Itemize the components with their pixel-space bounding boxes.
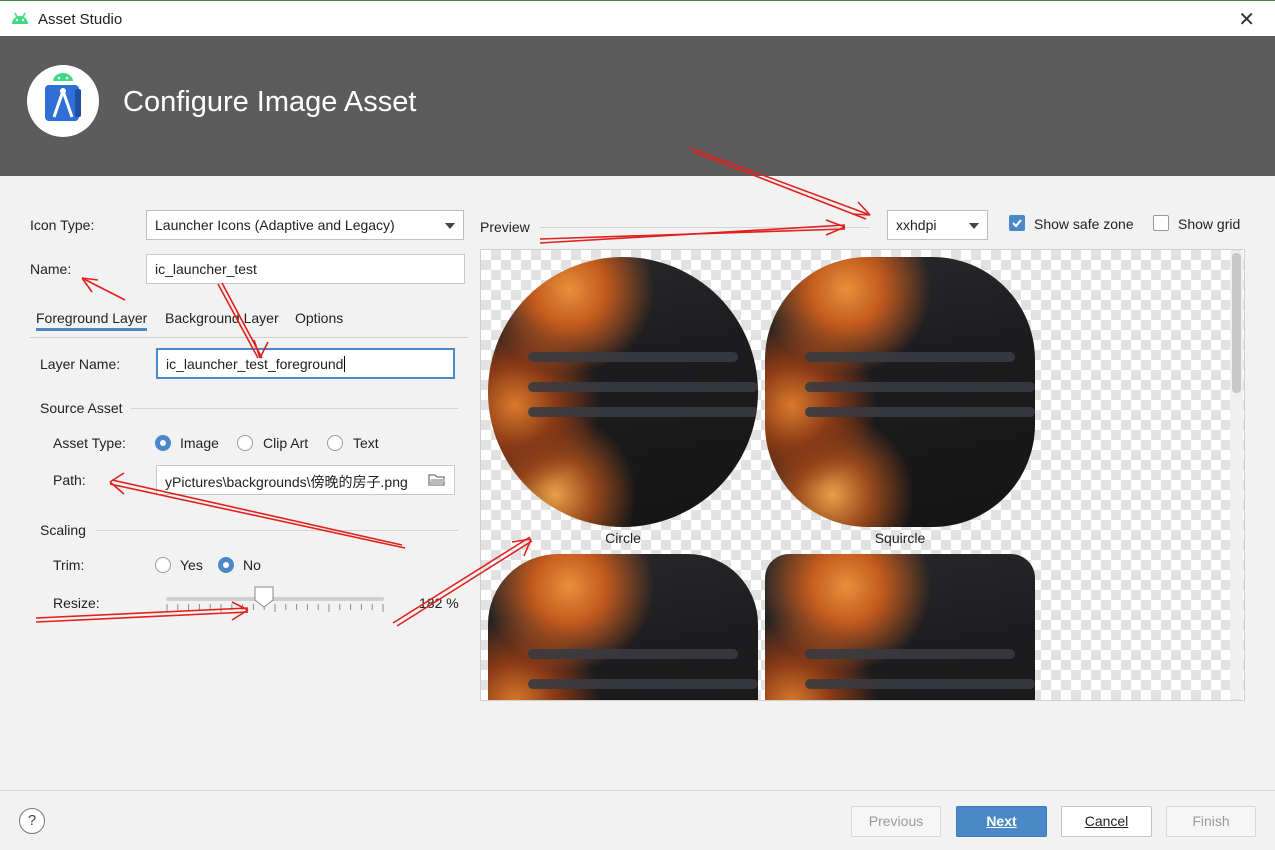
show-safe-zone-label: Show safe zone: [1034, 216, 1134, 232]
resize-value: 182 %: [419, 595, 459, 611]
asset-type-clipart-radio[interactable]: [237, 435, 253, 451]
tab-foreground-layer[interactable]: Foreground Layer: [36, 308, 148, 331]
finish-button[interactable]: Finish: [1166, 806, 1256, 837]
page-title: Configure Image Asset: [123, 86, 417, 118]
asset-type-image-radio[interactable]: [155, 435, 171, 451]
path-input[interactable]: yPictures\backgrounds\傍晚的房子.png: [156, 465, 455, 495]
android-studio-logo: [27, 65, 99, 137]
show-grid-checkbox[interactable]: [1153, 215, 1169, 231]
tab-divider: [30, 337, 468, 338]
arrow-annotation: [81, 277, 126, 301]
squircle-icon-preview: [765, 257, 1035, 527]
asset-type-image-label: Image: [180, 435, 219, 451]
resize-label: Resize:: [53, 595, 100, 611]
preview-label: Preview: [480, 219, 530, 235]
show-grid-label: Show grid: [1178, 216, 1241, 232]
path-value: yPictures\backgrounds\傍晚的房子.png: [165, 474, 408, 490]
preview-divider: [540, 227, 870, 228]
preview-scrollbar[interactable]: [1230, 251, 1243, 699]
header-banner: Configure Image Asset: [0, 36, 1275, 176]
square-icon-preview: [765, 554, 1035, 700]
icon-type-value: Launcher Icons (Adaptive and Legacy): [155, 217, 395, 233]
density-dropdown[interactable]: xxhdpi: [887, 210, 988, 240]
tab-background-layer[interactable]: Background Layer: [165, 308, 279, 328]
cancel-button[interactable]: Cancel: [1061, 806, 1152, 837]
text-cursor: [344, 356, 346, 372]
preview-canvas: Circle Squircle: [480, 249, 1245, 701]
name-label: Name:: [30, 261, 72, 277]
squircle-caption: Squircle: [874, 530, 926, 546]
name-input[interactable]: ic_launcher_test: [146, 254, 465, 284]
asset-type-label: Asset Type:: [53, 435, 126, 451]
layer-name-input[interactable]: ic_launcher_test_foreground: [156, 348, 455, 379]
chevron-down-icon: [969, 223, 979, 229]
next-button[interactable]: Next: [956, 806, 1047, 837]
trim-yes-radio[interactable]: [155, 557, 171, 573]
trim-label: Trim:: [53, 557, 85, 573]
trim-no-label: No: [243, 557, 261, 573]
scaling-title: Scaling: [40, 522, 86, 538]
chevron-down-icon: [445, 223, 455, 229]
layer-name-value: ic_launcher_test_foreground: [166, 356, 344, 372]
resize-slider-ticks: [166, 604, 384, 612]
tab-options[interactable]: Options: [295, 308, 343, 328]
layer-name-label: Layer Name:: [40, 356, 121, 372]
asset-type-text-radio[interactable]: [327, 435, 343, 451]
show-safe-zone-checkbox[interactable]: [1009, 215, 1025, 231]
android-studio-icon: [45, 73, 81, 121]
android-icon: [12, 12, 28, 24]
footer-divider: [0, 790, 1275, 791]
asset-type-text-label: Text: [353, 435, 379, 451]
icon-type-dropdown[interactable]: Launcher Icons (Adaptive and Legacy): [146, 210, 464, 240]
trim-yes-label: Yes: [180, 557, 203, 573]
density-value: xxhdpi: [896, 217, 937, 233]
folder-icon[interactable]: [428, 473, 446, 487]
path-label: Path:: [53, 472, 86, 488]
resize-slider-track[interactable]: [166, 597, 384, 601]
source-asset-title: Source Asset: [40, 400, 123, 416]
icon-type-label: Icon Type:: [30, 217, 95, 233]
window-title: Asset Studio: [38, 11, 123, 28]
check-icon: [1012, 219, 1022, 228]
title-bar: Asset Studio ✕: [0, 0, 1275, 36]
cancel-button-label: Cancel: [1084, 813, 1129, 829]
section-divider: [131, 408, 458, 409]
rounded-square-icon-preview: [488, 554, 758, 700]
next-button-label: Next: [986, 813, 1017, 829]
arrow-annotation: [35, 611, 249, 623]
help-button[interactable]: ?: [19, 808, 45, 834]
previous-button[interactable]: Previous: [851, 806, 941, 837]
resize-slider-thumb[interactable]: [254, 586, 274, 608]
circle-caption: Circle: [605, 530, 641, 546]
section-divider: [96, 530, 458, 531]
asset-type-clipart-label: Clip Art: [263, 435, 309, 451]
close-icon[interactable]: ✕: [1238, 7, 1255, 32]
trim-no-radio[interactable]: [218, 557, 234, 573]
circle-icon-preview: [488, 257, 758, 527]
scrollbar-thumb[interactable]: [1232, 253, 1241, 393]
